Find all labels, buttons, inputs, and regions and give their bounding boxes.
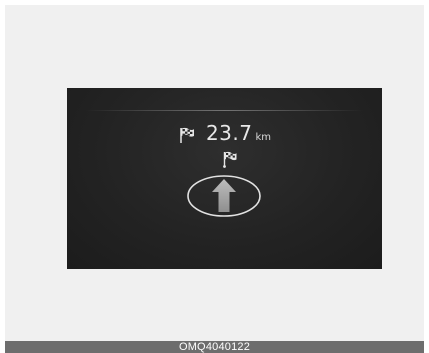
distance-unit: km [255, 132, 272, 143]
distance-value: 23.7 [205, 121, 253, 145]
cluster-display: 23.7 km [67, 88, 382, 269]
checkered-flag-icon [178, 126, 196, 144]
distance-to-destination: 23.7 km [67, 121, 382, 149]
figure-frame: 23.7 km [5, 5, 424, 348]
display-divider [85, 110, 364, 111]
figure-caption: OMQ4040122 [5, 341, 424, 353]
straight-arrow-icon [186, 174, 262, 218]
destination-flag-icon [222, 150, 238, 168]
